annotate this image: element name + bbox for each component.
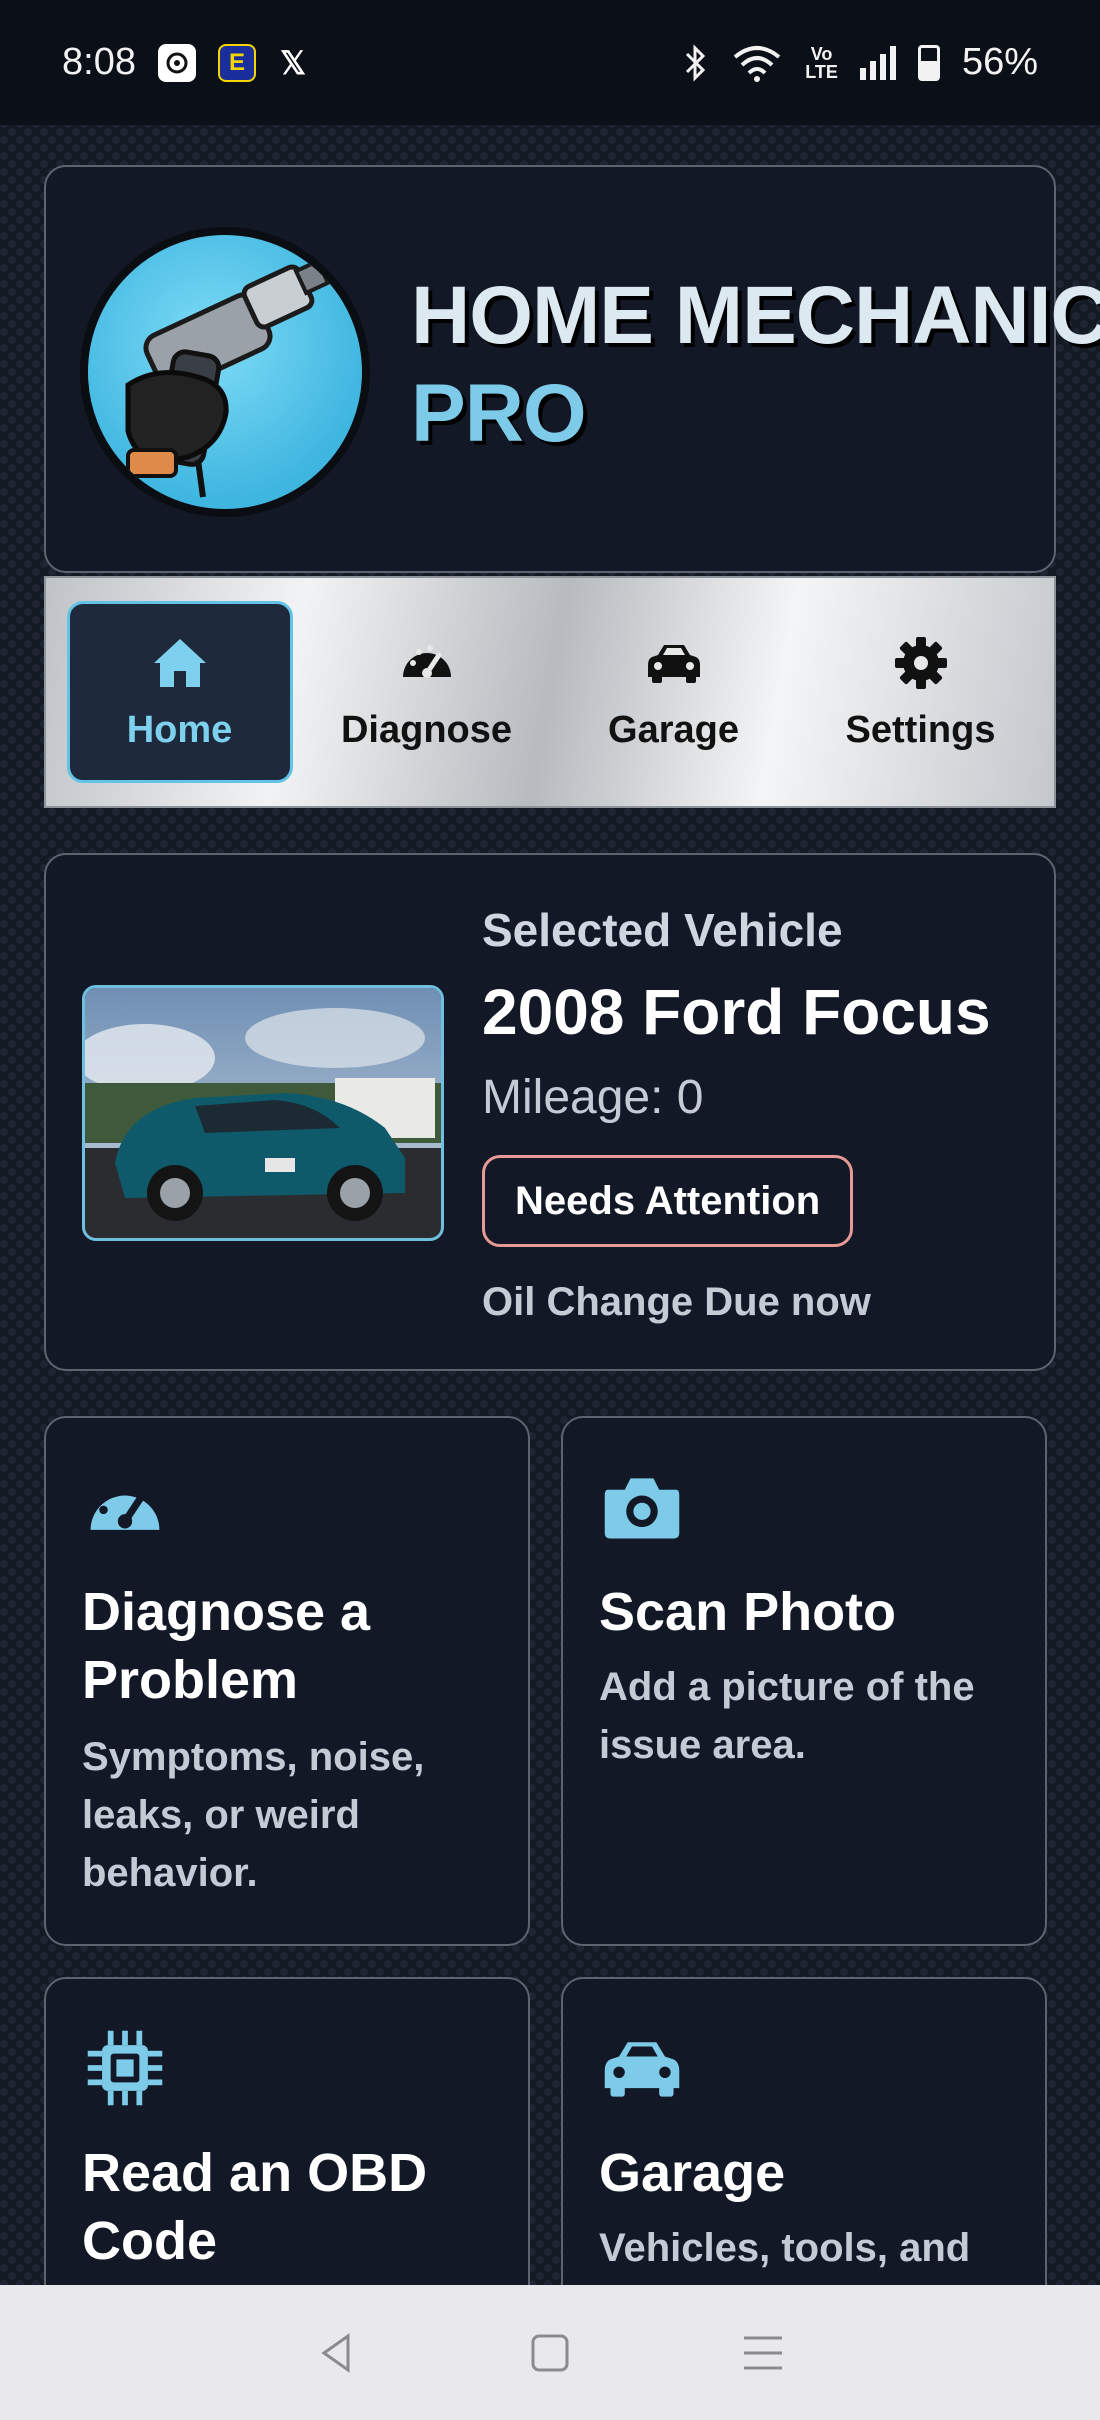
app-logo	[80, 227, 370, 517]
vehicle-mileage: Mileage: 0	[482, 1071, 704, 1124]
volte-icon: Vo LTE	[805, 43, 838, 82]
car-icon	[604, 2042, 680, 2097]
bluetooth-icon	[686, 43, 706, 82]
diagnose-problem-tile[interactable]: Diagnose a Problem Symptoms, noise, leak…	[44, 1416, 530, 1946]
scan-photo-tile[interactable]: Scan Photo Add a picture of the issue ar…	[561, 1416, 1047, 1946]
selected-vehicle-card[interactable]: Selected Vehicle 2008 Ford Focus Mileage…	[44, 853, 1056, 1371]
vehicle-section-label: Selected Vehicle	[482, 904, 843, 956]
car-icon	[647, 644, 700, 683]
battery-percent: 56%	[961, 41, 1038, 83]
nav-item-label: Garage	[608, 708, 739, 751]
maintenance-notice: Oil Change Due now	[482, 1280, 871, 1324]
tile-title: Read an OBD Code	[82, 2143, 428, 2271]
status-bar: 8:08 E 𝕏 Vo LTE 56%	[0, 0, 1100, 125]
gauge-icon	[402, 644, 451, 678]
home-icon	[153, 638, 206, 687]
battery-icon	[917, 44, 940, 81]
tile-description: Vehicles, tools, and	[599, 2226, 971, 2270]
tile-title: Garage	[599, 2143, 786, 2203]
nav-item-diagnose[interactable]: Diagnose	[314, 601, 540, 783]
status-badge: Needs Attention	[482, 1155, 854, 1247]
app-title-line1: HOME MECHANIC	[411, 270, 1100, 361]
app-title-line2: PRO	[411, 368, 587, 459]
tile-description: Symptoms, noise, leaks, or weird behavio…	[82, 1735, 425, 1895]
e-app-icon: E	[217, 43, 256, 82]
tile-title: Diagnose a Problem	[82, 1582, 371, 1710]
chip-icon	[87, 2030, 163, 2106]
app-title: HOME MECHANIC PRO	[411, 267, 1100, 463]
recents-icon[interactable]	[740, 2330, 786, 2376]
tile-description: Add a picture of the issue area.	[599, 1665, 975, 1767]
wifi-icon	[733, 45, 781, 82]
nav-item-label: Diagnose	[340, 708, 513, 751]
main-nav: Home Diagnose Garage Settings	[44, 576, 1056, 808]
tile-title: Scan Photo	[599, 1582, 897, 1642]
nav-item-home[interactable]: Home	[66, 601, 293, 783]
camera-icon	[604, 1478, 680, 1539]
app-header: HOME MECHANIC PRO	[44, 165, 1100, 573]
signal-icon	[859, 45, 896, 80]
nav-item-settings[interactable]: Settings	[808, 601, 1034, 783]
vehicle-photo	[82, 985, 444, 1241]
nav-item-garage[interactable]: Garage	[561, 601, 787, 783]
gauge-icon	[90, 1481, 160, 1530]
vehicle-name: 2008 Ford Focus	[482, 976, 991, 1048]
nav-item-label: Settings	[845, 708, 996, 751]
nav-item-label: Home	[126, 708, 233, 751]
back-icon[interactable]	[314, 2330, 360, 2376]
chatgpt-icon	[157, 43, 196, 82]
home-square-icon[interactable]	[527, 2330, 573, 2376]
system-nav-bar	[0, 2285, 1100, 2420]
gear-icon	[894, 636, 947, 689]
status-time: 8:08	[62, 41, 136, 83]
x-icon: 𝕏	[280, 44, 306, 81]
